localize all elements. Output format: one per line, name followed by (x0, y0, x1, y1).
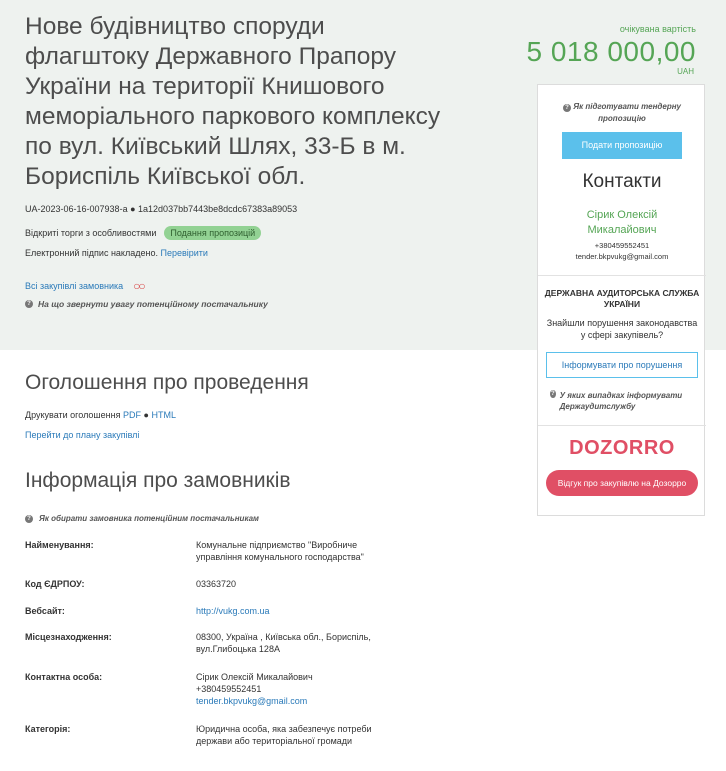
question-circle-icon: ? (563, 104, 572, 112)
print-pdf-link[interactable]: PDF (123, 410, 141, 420)
page-title: Нове будівництво споруди флагштоку Держа… (25, 13, 441, 190)
tender-hash: 1a12d037bb7443be8dcdc67383a89053 (138, 204, 298, 214)
choose-customer-help[interactable]: ? Як обирати замовника потенційним поста… (25, 514, 259, 523)
announcement-title: Оголошення про проведення (25, 371, 309, 394)
row-label: Місцезнаходження: (25, 632, 112, 642)
all-procurements-link[interactable]: Всі закупівлі замовника (25, 281, 123, 291)
divider (538, 275, 706, 276)
row-value: Сірик Олексій Микалайович +380459552451 … (196, 671, 386, 707)
customer-info-title: Інформація про замовників (25, 469, 291, 492)
row-label: Категорія: (25, 724, 71, 734)
contacts-title: Контакти (582, 171, 662, 192)
status-badge: Подання пропозицій (164, 226, 262, 240)
row-label: Найменування: (25, 540, 94, 550)
procedure-type: Відкриті торги з особливостями (25, 228, 157, 238)
print-label: Друкувати оголошення (25, 410, 121, 420)
row-value: 03363720 (196, 579, 237, 589)
contact-person-email[interactable]: tender.bkpvukg@gmail.com (196, 695, 386, 707)
choose-customer-help-text: Як обирати замовника потенційним постача… (39, 514, 259, 523)
row-value: Юридична особа, яка забезпечує потреби д… (196, 724, 372, 746)
contact-person-name: Сірик Олексій Микалайович (196, 672, 313, 682)
dozorro-feedback-button[interactable]: Відгук про закупівлю на Дозорро (546, 470, 698, 496)
location-line: вул.Глибоцька 128А (196, 644, 280, 654)
signature-check-link[interactable]: Перевірити (160, 248, 207, 258)
tender-id: UA-2023-06-16-007938-a (25, 204, 128, 214)
audit-help[interactable]: ? У яких випадках інформувати Держаудитс… (550, 390, 700, 412)
bullet-separator: ● (130, 204, 139, 214)
print-html-link[interactable]: HTML (151, 410, 176, 420)
procurement-plan-link[interactable]: Перейти до плану закупівлі (25, 430, 139, 440)
signature-line: Електронний підпис накладено. Перевірити (25, 248, 208, 258)
website-link[interactable]: http://vukg.com.ua (196, 606, 270, 616)
location-line: 08300, Україна , Київська обл., Бориспіл… (196, 632, 371, 642)
contact-phone: +380459552451 (594, 241, 650, 250)
contact-name: Сірик Олексій Микалайович (586, 209, 658, 236)
divider (538, 425, 706, 426)
procedure-line: Відкриті торги з особливостями Подання п… (25, 226, 262, 240)
row-value: Комунальне підприємство "Виробниче управ… (196, 540, 364, 562)
tender-id-line: UA-2023-06-16-007938-a ● 1a12d037bb7443b… (25, 204, 297, 214)
submit-offer-button[interactable]: Подати пропозицію (562, 132, 682, 159)
audit-question: Знайшли порушення законодавства у сфері … (546, 318, 698, 340)
question-circle-icon: ? (25, 300, 33, 308)
price-currency: UAH (677, 67, 694, 76)
print-announcement-line: Друкувати оголошення PDF ● HTML (25, 410, 176, 420)
row-label: Код ЄДРПОУ: (25, 579, 85, 589)
offer-help[interactable]: ? Як підготувати тендерну пропозицію (538, 101, 706, 125)
report-violation-button[interactable]: Інформувати про порушення (546, 352, 698, 378)
row-value: 08300, Україна , Київська обл., Бориспіл… (196, 631, 386, 655)
expected-price: 5 018 000,00 (526, 36, 696, 67)
question-circle-icon: ? (25, 514, 33, 523)
question-circle-icon: ? (550, 390, 556, 398)
all-procurements-line: Всі закупівлі замовника ○○ (25, 279, 146, 293)
dozorro-logo: DOZORRO (569, 437, 675, 459)
audit-help-text: У яких випадках інформувати Держаудитслу… (559, 391, 683, 411)
row-label: Вебсайт: (25, 606, 65, 616)
audit-service-title: ДЕРЖАВНА АУДИТОРСЬКА СЛУЖБА УКРАЇНИ (544, 288, 700, 309)
row-label: Контактна особа: (25, 672, 103, 682)
attention-help-text: На що звернути увагу потенційному постач… (38, 299, 268, 309)
signature-text: Електронний підпис накладено. (25, 248, 158, 258)
offer-help-text: Як підготувати тендерну пропозицію (573, 102, 681, 123)
glasses-icon[interactable]: ○○ (133, 279, 145, 293)
sidebar-panel: ? Як підготувати тендерну пропозицію Под… (537, 84, 706, 516)
price-label: очікувана вартість (619, 24, 696, 34)
contact-person-phone: +380459552451 (196, 684, 262, 694)
attention-help[interactable]: ? На що звернути увагу потенційному пост… (25, 299, 268, 309)
contact-email: tender.bkpvukg@gmail.com (575, 252, 669, 261)
